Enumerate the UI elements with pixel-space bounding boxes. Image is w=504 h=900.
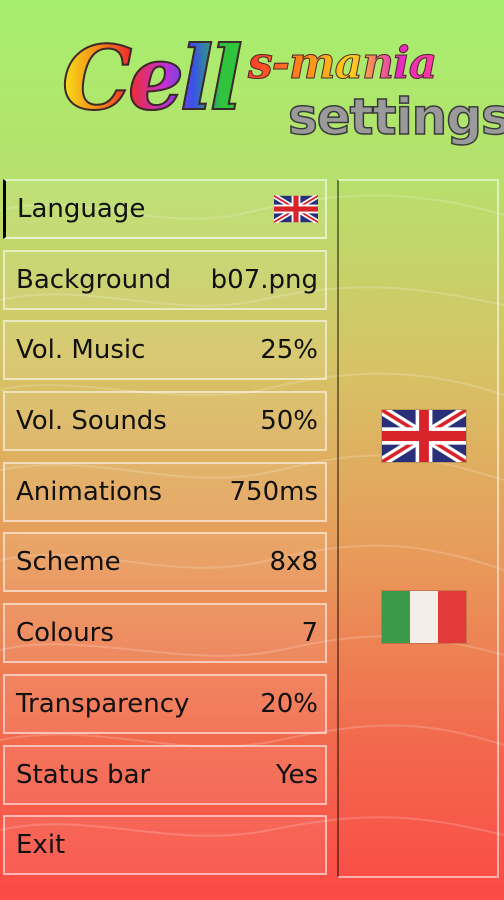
menu-item-value: 7 bbox=[301, 618, 318, 649]
menu-item-value: b07.png bbox=[210, 264, 318, 295]
menu-item-exit[interactable]: Exit bbox=[3, 815, 327, 876]
settings-menu: Language Background b07.png Vol. Music 2… bbox=[3, 179, 327, 886]
menu-item-value: 50% bbox=[260, 406, 318, 437]
app-logo: Cell s-mania settings bbox=[0, 0, 504, 170]
menu-item-label: Background bbox=[16, 264, 172, 295]
uk-flag-icon bbox=[382, 410, 466, 462]
menu-item-animations[interactable]: Animations 750ms bbox=[3, 461, 327, 522]
menu-item-label: Scheme bbox=[16, 547, 121, 578]
menu-item-transparency[interactable]: Transparency 20% bbox=[3, 673, 327, 734]
menu-item-background[interactable]: Background b07.png bbox=[3, 249, 327, 310]
menu-item-label: Language bbox=[17, 194, 146, 224]
logo-smania-text: s-mania bbox=[247, 38, 437, 89]
uk-flag-icon bbox=[274, 195, 318, 223]
menu-item-label: Vol. Sounds bbox=[16, 406, 167, 437]
menu-item-status-bar[interactable]: Status bar Yes bbox=[3, 744, 327, 805]
menu-item-label: Vol. Music bbox=[16, 335, 146, 366]
language-panel bbox=[337, 179, 499, 878]
menu-item-label: Colours bbox=[16, 618, 114, 649]
logo-settings-text: settings bbox=[287, 88, 504, 146]
menu-item-language[interactable]: Language bbox=[3, 179, 327, 239]
menu-item-value: 750ms bbox=[229, 476, 319, 507]
logo-cell-text: Cell bbox=[61, 26, 244, 130]
menu-item-label: Status bar bbox=[16, 759, 151, 790]
menu-item-vol-sounds[interactable]: Vol. Sounds 50% bbox=[3, 391, 327, 452]
language-option-english[interactable] bbox=[382, 410, 466, 462]
menu-item-vol-music[interactable]: Vol. Music 25% bbox=[3, 320, 327, 381]
menu-item-value: 8x8 bbox=[269, 547, 318, 578]
language-option-italian[interactable] bbox=[382, 591, 466, 643]
menu-item-label: Animations bbox=[16, 476, 163, 507]
menu-item-colours[interactable]: Colours 7 bbox=[3, 603, 327, 664]
menu-item-value: Yes bbox=[276, 759, 318, 790]
menu-item-scheme[interactable]: Scheme 8x8 bbox=[3, 532, 327, 593]
menu-item-label: Transparency bbox=[16, 688, 190, 719]
menu-item-value: 25% bbox=[260, 335, 318, 366]
italy-flag-icon bbox=[382, 591, 466, 643]
menu-item-value: 20% bbox=[260, 688, 318, 719]
menu-item-label: Exit bbox=[16, 830, 66, 861]
